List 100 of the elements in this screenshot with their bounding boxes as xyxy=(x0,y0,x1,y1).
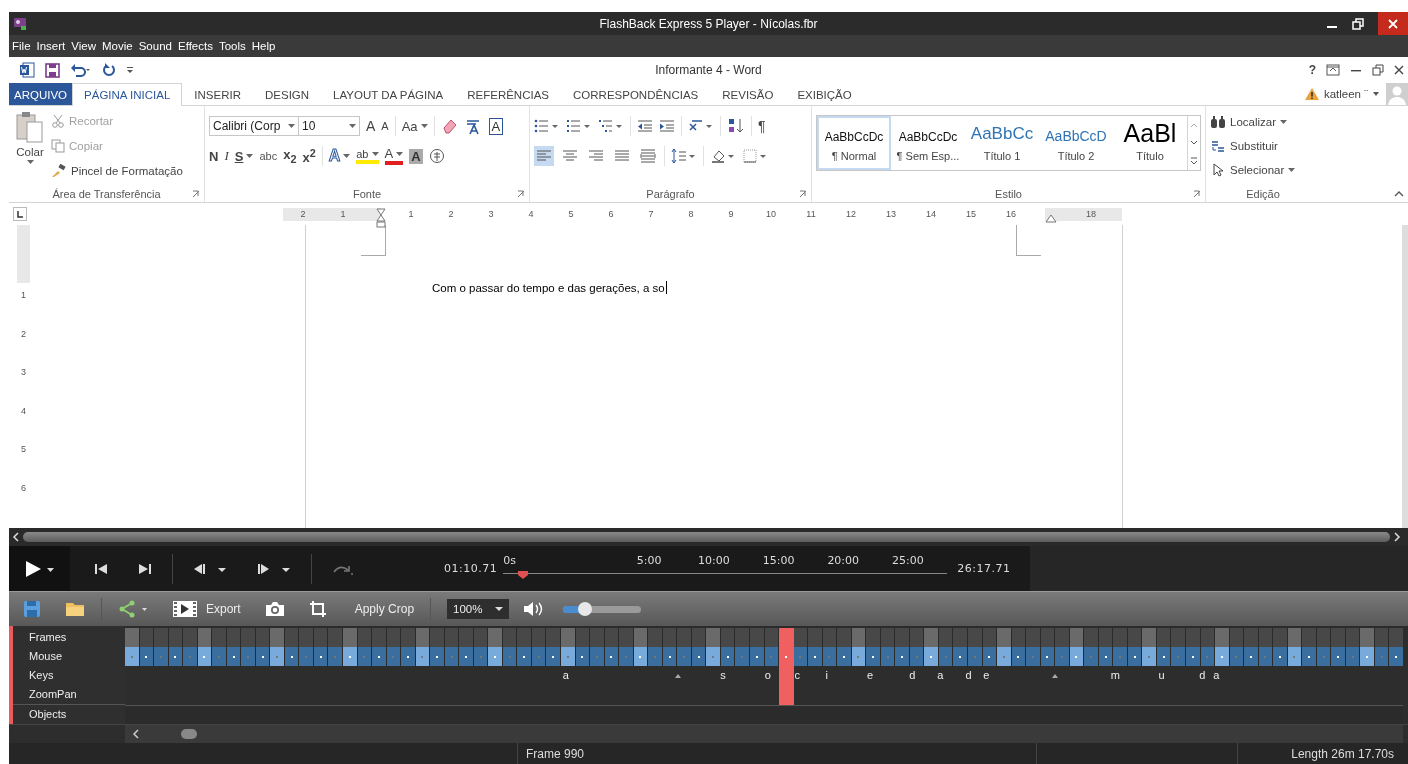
frame-cell[interactable] xyxy=(343,628,357,647)
character-shading-button[interactable]: A xyxy=(409,148,423,164)
style-item[interactable]: AaBbCcDc ¶ Normal xyxy=(817,116,891,170)
frame-cell[interactable] xyxy=(808,628,822,647)
style-item[interactable]: AaBbCcDc ¶ Sem Esp... xyxy=(891,116,965,170)
mouse-event-cell[interactable] xyxy=(1156,647,1171,666)
frame-cell[interactable] xyxy=(837,628,851,647)
frame-cell[interactable] xyxy=(1215,628,1229,647)
camera-icon[interactable] xyxy=(264,601,285,617)
mouse-event-cell[interactable] xyxy=(1258,647,1273,666)
mouse-event-cell[interactable] xyxy=(764,647,779,666)
mouse-event-cell[interactable] xyxy=(502,647,517,666)
mouse-event-cell[interactable] xyxy=(415,647,430,666)
scroll-left-icon[interactable] xyxy=(131,728,141,740)
mouse-event-cell[interactable] xyxy=(1113,647,1127,666)
mouse-event-cell[interactable] xyxy=(255,647,270,666)
undo-icon[interactable] xyxy=(70,63,92,77)
mouse-event-cell[interactable] xyxy=(561,647,575,666)
mouse-event-cell[interactable] xyxy=(372,647,386,666)
caret-icon[interactable] xyxy=(495,606,504,612)
numbering-icon[interactable] xyxy=(566,118,592,134)
mouse-event-cell[interactable] xyxy=(270,647,284,666)
mouse-event-cell[interactable] xyxy=(386,647,401,666)
frame-cell[interactable] xyxy=(517,628,531,647)
scroll-left-icon[interactable] xyxy=(11,531,21,543)
frame-cell[interactable] xyxy=(1345,628,1360,647)
mouse-event-cell[interactable] xyxy=(168,647,183,666)
frame-cell[interactable] xyxy=(1011,628,1026,647)
frame-cell[interactable] xyxy=(1186,628,1200,647)
mouse-event-cell[interactable] xyxy=(706,647,720,666)
mouse-event-cell[interactable] xyxy=(619,647,633,666)
ribbon-tab[interactable]: DESIGN xyxy=(253,83,322,105)
editing-button[interactable]: Localizar xyxy=(1210,112,1316,132)
frame-cell[interactable] xyxy=(895,628,909,647)
multilevel-list-icon[interactable] xyxy=(598,118,624,134)
frame-cell[interactable] xyxy=(1069,628,1084,647)
line-spacing-icon[interactable] xyxy=(671,148,697,164)
save-icon[interactable] xyxy=(45,62,60,78)
style-item[interactable]: AaBl Título xyxy=(1113,116,1187,170)
mouse-event-cell[interactable] xyxy=(343,647,357,666)
mouse-event-cell[interactable] xyxy=(430,647,444,666)
frame-cell[interactable] xyxy=(720,628,735,647)
frame-cell[interactable] xyxy=(1229,628,1244,647)
mouse-event-cell[interactable] xyxy=(459,647,473,666)
mouse-event-cell[interactable] xyxy=(982,647,997,666)
style-item[interactable]: AaBbCcD Título 2 xyxy=(1039,116,1113,170)
skip-end-icon[interactable] xyxy=(138,562,152,575)
mouse-event-cell[interactable] xyxy=(1273,647,1287,666)
replace-icon[interactable] xyxy=(1210,139,1226,153)
frame-cell[interactable] xyxy=(197,628,212,647)
mouse-event-cell[interactable] xyxy=(909,647,924,666)
frame-cell[interactable] xyxy=(648,628,662,647)
mouse-event-cell[interactable] xyxy=(139,647,154,666)
editing-button[interactable]: Substituir xyxy=(1210,136,1316,156)
menu-item[interactable]: File xyxy=(12,40,31,52)
mouse-event-cell[interactable] xyxy=(1055,647,1069,666)
help-button[interactable]: ? xyxy=(1308,63,1316,77)
frame-cell[interactable] xyxy=(154,628,168,647)
mouse-event-cell[interactable] xyxy=(808,647,822,666)
playhead-marker[interactable] xyxy=(517,569,530,580)
cursor-icon[interactable] xyxy=(1210,163,1226,177)
frame-cell[interactable] xyxy=(1142,628,1156,647)
timeline-playhead[interactable] xyxy=(778,686,795,705)
mouse-event-cell[interactable] xyxy=(880,647,895,666)
style-item[interactable]: AaBbCc Título 1 xyxy=(965,116,1039,170)
mouse-event-cell[interactable] xyxy=(313,647,328,666)
caret-icon[interactable] xyxy=(288,123,295,129)
mouse-event-cell[interactable] xyxy=(895,647,909,666)
crop-icon[interactable] xyxy=(308,600,327,618)
enclose-characters-icon[interactable] xyxy=(428,148,445,164)
frame-cell[interactable] xyxy=(633,628,648,647)
mouse-event-cell[interactable] xyxy=(1186,647,1200,666)
frame-cell[interactable] xyxy=(226,628,241,647)
scrollbar-thumb[interactable] xyxy=(181,729,197,739)
editing-button[interactable]: Selecionar xyxy=(1210,160,1316,180)
caret-icon[interactable] xyxy=(26,160,34,165)
frame-cell[interactable] xyxy=(909,628,924,647)
frame-cell[interactable] xyxy=(691,628,706,647)
right-indent-icon[interactable] xyxy=(1045,213,1057,223)
timeline-scrollbar[interactable] xyxy=(125,725,1403,743)
frame-cell[interactable] xyxy=(619,628,633,647)
step-back-icon[interactable] xyxy=(193,562,227,575)
mouse-event-cell[interactable] xyxy=(1244,647,1258,666)
mouse-event-cell[interactable] xyxy=(1011,647,1026,666)
mouse-event-cell[interactable] xyxy=(822,647,837,666)
caret-icon[interactable] xyxy=(349,123,356,129)
ribbon-tab[interactable]: REFERÊNCIAS xyxy=(455,83,561,105)
caret-icon[interactable] xyxy=(420,123,428,129)
frame-cell[interactable] xyxy=(997,628,1011,647)
mouse-event-cell[interactable] xyxy=(328,647,342,666)
mouse-event-cell[interactable] xyxy=(967,647,982,666)
frame-cell[interactable] xyxy=(1084,628,1098,647)
frame-cell[interactable] xyxy=(662,628,677,647)
frame-cell[interactable] xyxy=(1302,628,1316,647)
mouse-event-cell[interactable] xyxy=(1345,647,1360,666)
alignment-icon[interactable] xyxy=(638,146,658,166)
frame-cell[interactable] xyxy=(967,628,982,647)
restore-icon[interactable] xyxy=(1352,17,1364,30)
mouse-event-cell[interactable] xyxy=(357,647,372,666)
zoom-dropdown[interactable]: 100% xyxy=(447,599,510,619)
